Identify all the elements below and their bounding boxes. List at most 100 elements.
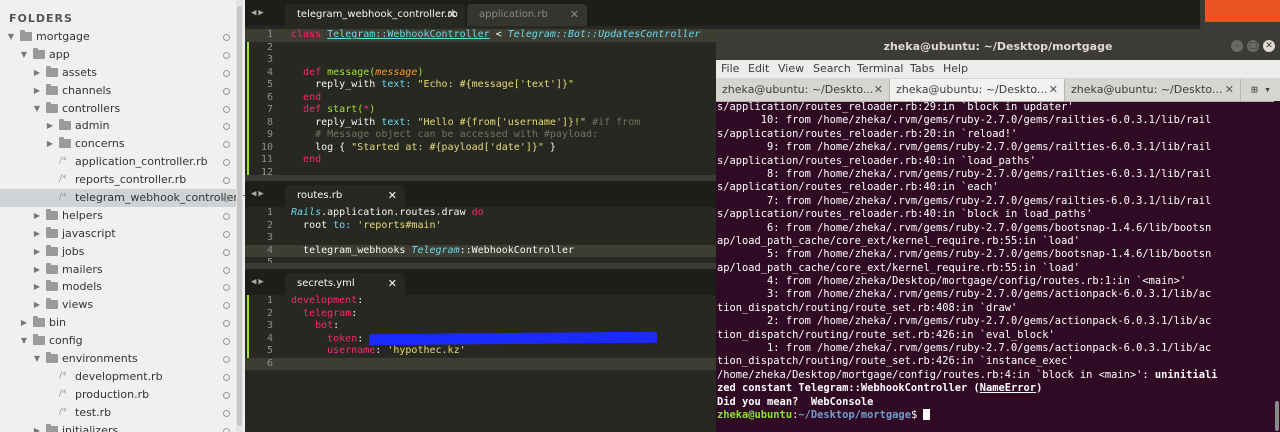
status-circle-icon [223, 356, 230, 364]
chevron-right-icon[interactable]: ▶ [45, 117, 55, 135]
tree-folder[interactable]: ▶ assets [0, 64, 236, 82]
chevron-right-icon[interactable]: ▶ [32, 422, 42, 432]
terminal-scrollbar-thumb[interactable] [1275, 401, 1279, 431]
tree-folder[interactable]: ▶ admin [0, 117, 236, 135]
chevron-down-icon[interactable]: ▼ [32, 100, 42, 118]
menu-tabs[interactable]: Tabs [910, 60, 934, 78]
chevron-right-icon[interactable]: ▶ [32, 225, 42, 243]
chevron-down-icon[interactable]: ▼ [19, 332, 29, 350]
terminal-tab-label: zheka@ubuntu: ~/Deskto... [722, 83, 874, 96]
terminal-line: 9: from /home/zheka/.rvm/gems/ruby-2.7.0… [717, 141, 1212, 154]
close-icon[interactable]: ✕ [570, 4, 579, 26]
tab-telegram-webhook-controller[interactable]: telegram_webhook_controller.rb ✕ [285, 4, 465, 26]
file-icon: /* [59, 370, 67, 381]
terminal-titlebar[interactable]: zheka@ubuntu: ~/Desktop/mortgage – □ ✕ [716, 33, 1280, 60]
tree-folder[interactable]: ▶ javascript [0, 225, 236, 243]
file-icon: /* [59, 388, 67, 399]
chevron-right-icon[interactable]: ▶ [32, 207, 42, 225]
close-icon[interactable]: ✕ [388, 185, 397, 207]
folder-icon [46, 352, 58, 364]
tree-folder[interactable]: ▶ helpers [0, 207, 236, 225]
file-tree: ▼ mortgage ▼ app ▶ assets ▶ channels ▼ controller… [0, 28, 245, 432]
tab-routes-rb[interactable]: routes.rb ✕ [285, 185, 405, 207]
chevron-down-icon[interactable]: ▼ [6, 28, 16, 46]
new-tab-tools[interactable]: ⊞ ▾ [1242, 78, 1280, 101]
chevron-right-icon[interactable]: ▶ [32, 296, 42, 314]
chevron-down-icon[interactable]: ▼ [32, 350, 42, 368]
chevron-right-icon[interactable]: ▶ [32, 82, 42, 100]
status-circle-icon [223, 338, 230, 346]
chevron-right-icon[interactable]: ▶ [32, 278, 42, 296]
tree-folder[interactable]: ▶ concerns [0, 135, 236, 153]
tree-folder[interactable]: ▶ bin [0, 314, 236, 332]
chevron-right-icon[interactable]: ▶ [19, 314, 29, 332]
tree-folder[interactable]: ▶ jobs [0, 243, 236, 261]
terminal-tab-1[interactable]: zheka@ubuntu: ~/Deskto... ✕ [716, 79, 890, 101]
tab-menu-icon[interactable]: ⊞ ▾ [1251, 83, 1271, 96]
tree-folder[interactable]: ▶ mailers [0, 261, 236, 279]
folder-icon [46, 65, 58, 77]
tree-folder[interactable]: ▶ initializers [0, 422, 236, 432]
tree-folder[interactable]: ▼ app [0, 46, 236, 64]
tree-folder[interactable]: ▼ environments [0, 350, 236, 368]
tree-file[interactable]: /* application_controller.rb [0, 153, 236, 171]
chevron-right-icon[interactable]: ▶ [32, 243, 42, 261]
terminal-line: 8: from /home/zheka/.rvm/gems/ruby-2.7.0… [717, 167, 1212, 180]
terminal-tab-3[interactable]: zheka@ubuntu: ~/Deskto... ✕ [1065, 79, 1241, 101]
close-icon[interactable]: ✕ [1049, 79, 1058, 101]
tree-folder[interactable]: ▶ views [0, 296, 236, 314]
folder-icon [33, 316, 45, 328]
terminal-line: 4: from /home/zheka/Desktop/mortgage/con… [717, 275, 1187, 288]
terminal-line: 7: from /home/zheka/.rvm/gems/ruby-2.7.0… [717, 194, 1212, 207]
sidebar-scrollbar-thumb[interactable] [237, 6, 242, 426]
menu-view[interactable]: View [778, 60, 804, 78]
tree-file[interactable]: /* production.rb [0, 386, 236, 404]
tab-nav-arrows[interactable]: ◀▶ [251, 181, 266, 207]
tree-folder[interactable]: ▶ models [0, 278, 236, 296]
close-icon[interactable]: ✕ [388, 273, 397, 295]
terminal-window: zheka@ubuntu: ~/Desktop/mortgage – □ ✕ F… [716, 33, 1280, 432]
terminal-output[interactable]: s/application/routes_reloader.rb:29:in `… [716, 101, 1274, 432]
terminal-line: 2: from /home/zheka/.rvm/gems/ruby-2.7.0… [717, 315, 1212, 328]
minimize-icon[interactable]: – [1231, 40, 1243, 52]
close-icon[interactable]: ✕ [874, 79, 883, 101]
maximize-icon[interactable]: □ [1247, 40, 1259, 52]
sidebar-scrollbar[interactable] [236, 0, 243, 432]
chevron-right-icon[interactable]: ▶ [32, 64, 42, 82]
tree-folder[interactable]: ▶ channels [0, 82, 236, 100]
tree-item-label: controllers [62, 101, 121, 115]
status-circle-icon [223, 34, 230, 41]
folder-icon [46, 83, 58, 95]
menu-edit[interactable]: Edit [748, 60, 769, 78]
tab-nav-arrows[interactable]: ◀▶ [251, 0, 266, 26]
tree-file[interactable]: /* reports_controller.rb [0, 171, 236, 189]
terminal-line: s/application/routes_reloader.rb:40:in `… [717, 154, 1037, 167]
tree-folder[interactable]: ▼ controllers [0, 100, 236, 118]
close-icon[interactable]: ✕ [448, 4, 457, 26]
menu-file[interactable]: File [721, 60, 739, 78]
chevron-down-icon[interactable]: ▼ [19, 46, 29, 64]
menu-search[interactable]: Search [813, 60, 851, 78]
tree-item-label: telegram_webhook_controller.rb [75, 191, 246, 205]
menu-terminal[interactable]: Terminal [857, 60, 904, 78]
status-circle-icon [223, 248, 230, 256]
close-icon[interactable]: ✕ [1263, 40, 1275, 52]
tab-secrets-yml[interactable]: secrets.yml ✕ [285, 273, 405, 295]
chevron-right-icon[interactable]: ▶ [45, 135, 55, 153]
tab-application-rb[interactable]: application.rb ✕ [467, 4, 587, 26]
file-icon: /* [59, 406, 67, 417]
tree-file[interactable]: /* development.rb [0, 368, 236, 386]
tree-folder[interactable]: ▼ mortgage [0, 28, 236, 46]
tree-file[interactable]: /* test.rb [0, 404, 236, 422]
terminal-prompt[interactable]: zheka@ubuntu:~/Desktop/mortgage$ [716, 409, 1274, 422]
close-icon[interactable]: ✕ [1225, 79, 1234, 101]
tree-folder[interactable]: ▼ config [0, 332, 236, 350]
tree-file[interactable]: /* telegram_webhook_controller.rb [0, 189, 245, 207]
terminal-tab-2[interactable]: zheka@ubuntu: ~/Deskto... ✕ [890, 79, 1065, 101]
chevron-right-icon[interactable]: ▶ [32, 261, 42, 279]
terminal-scrollbar[interactable] [1274, 101, 1280, 432]
tab-nav-arrows[interactable]: ◀▶ [251, 269, 266, 295]
menu-help[interactable]: Help [943, 60, 968, 78]
folder-icon [46, 208, 58, 220]
status-circle-icon [223, 391, 230, 399]
